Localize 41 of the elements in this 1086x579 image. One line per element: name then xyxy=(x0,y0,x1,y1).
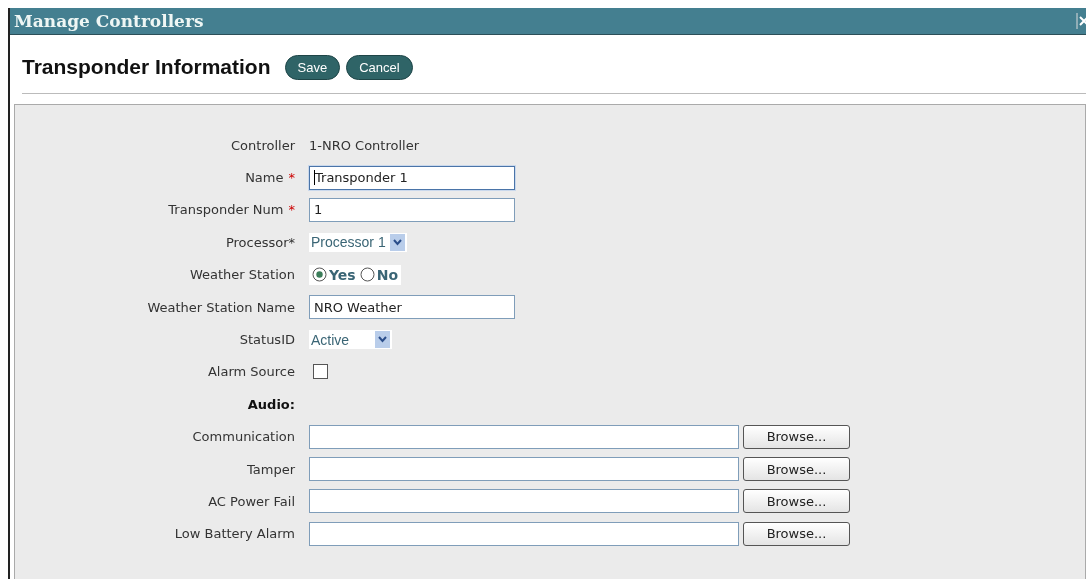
field-label: Low Battery Alarm xyxy=(174,526,295,542)
checkbox[interactable] xyxy=(313,364,328,380)
field-label: StatusID xyxy=(239,332,295,348)
dropdown[interactable]: Active xyxy=(309,330,392,350)
field-label: Controller xyxy=(231,137,295,153)
field-label: Weather Station Name xyxy=(147,299,295,315)
section-label: Audio: xyxy=(247,396,295,412)
browse-button[interactable]: Browse... xyxy=(743,457,850,482)
field-label: Weather Station xyxy=(189,267,295,283)
dropdown[interactable]: Processor 1 xyxy=(309,232,407,252)
browse-button[interactable]: Browse... xyxy=(743,424,850,449)
field-label: Tamper xyxy=(247,461,295,477)
file-path-field[interactable] xyxy=(309,521,739,546)
file-path-field[interactable] xyxy=(309,424,739,449)
chevron-down-icon xyxy=(389,233,405,251)
browse-button[interactable]: Browse... xyxy=(743,521,850,546)
section-heading: Transponder Information xyxy=(22,55,271,79)
file-path-field[interactable] xyxy=(309,489,739,514)
radio-icon[interactable] xyxy=(312,267,327,283)
field-label: Name xyxy=(245,170,284,186)
field-label: Alarm Source xyxy=(207,364,295,380)
field-value: 1-NRO Controller xyxy=(309,137,420,153)
action-button[interactable]: Save xyxy=(284,54,341,80)
input-field[interactable]: Transponder 1 xyxy=(309,165,515,190)
input-field[interactable]: 1 xyxy=(309,197,515,222)
chevron-down-icon xyxy=(375,331,390,349)
action-button[interactable]: Cancel xyxy=(346,54,413,80)
required-mark: * xyxy=(288,170,295,186)
required-mark: * xyxy=(288,202,295,218)
file-path-field[interactable] xyxy=(309,457,739,482)
window-title: Manage Controllers xyxy=(13,11,204,31)
input-field[interactable]: NRO Weather xyxy=(309,295,515,320)
field-label: AC Power Fail xyxy=(208,494,295,509)
browse-button[interactable]: Browse... xyxy=(743,489,850,514)
radio-option[interactable]: No xyxy=(359,266,399,283)
radio-option[interactable]: Yes xyxy=(312,266,356,283)
field-label: Processor* xyxy=(225,234,295,250)
field-label: Transponder Num xyxy=(168,202,284,218)
radio-icon[interactable] xyxy=(359,267,375,283)
field-label: Communication xyxy=(192,429,295,445)
close-icon[interactable] xyxy=(1076,12,1086,30)
